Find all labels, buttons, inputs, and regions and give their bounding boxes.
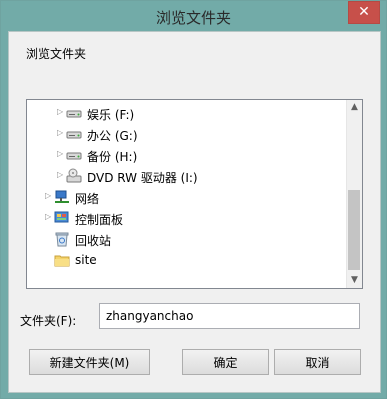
folder-name-input[interactable] — [99, 303, 360, 329]
drive-icon — [66, 147, 82, 163]
ok-button[interactable]: 确定 — [182, 349, 269, 375]
tree-item-drive-h[interactable]: ▷ 备份 (H:) — [27, 145, 347, 165]
dialog-body: 浏览文件夹 ▷ 娱乐 (F:) ▷ 办公 (G:) ▷ 备份 (H:) ▷ DV… — [8, 31, 381, 393]
window-title: 浏览文件夹 — [155, 9, 231, 27]
tree-scrollbar[interactable]: ▲ ▼ — [346, 100, 362, 288]
tree-item-recycle-bin[interactable]: 回收站 — [27, 229, 347, 249]
tree-item-site[interactable]: site — [27, 250, 347, 270]
tree-item-label: DVD RW 驱动器 (I:) — [87, 171, 198, 185]
tree-item-drive-g[interactable]: ▷ 办公 (G:) — [27, 124, 347, 144]
scroll-up-icon[interactable]: ▲ — [347, 100, 362, 115]
tree-item-label: 办公 (G:) — [87, 129, 138, 143]
control-panel-icon — [54, 210, 70, 226]
drive-icon — [66, 105, 82, 121]
title-bar[interactable]: 浏览文件夹 ✕ — [1, 1, 386, 31]
expand-arrow-icon[interactable]: ▷ — [57, 170, 65, 179]
folder-icon — [54, 252, 70, 268]
dvd-drive-icon — [66, 168, 82, 184]
cancel-button[interactable]: 取消 — [274, 349, 361, 375]
expand-arrow-icon[interactable]: ▷ — [57, 149, 65, 158]
tree-item-label: 娱乐 (F:) — [87, 108, 135, 122]
tree-item-label: 控制面板 — [75, 213, 124, 227]
tree-item-label: 备份 (H:) — [87, 150, 138, 164]
drive-icon — [66, 126, 82, 142]
expand-arrow-icon[interactable]: ▷ — [45, 212, 53, 221]
expand-arrow-icon[interactable]: ▷ — [57, 128, 65, 137]
network-icon — [54, 189, 70, 205]
tree-item-label: 网络 — [75, 192, 100, 206]
tree-item-dvd-drive[interactable]: ▷ DVD RW 驱动器 (I:) — [27, 166, 347, 186]
tree-item-drive-f[interactable]: ▷ 娱乐 (F:) — [27, 103, 347, 123]
tree-item-label: site — [75, 253, 97, 267]
expand-arrow-icon[interactable]: ▷ — [45, 191, 53, 200]
tree-item-control-panel[interactable]: ▷ 控制面板 — [27, 208, 347, 228]
folder-field-label: 文件夹(F): — [20, 314, 77, 328]
scroll-down-icon[interactable]: ▼ — [347, 273, 362, 288]
scroll-thumb[interactable] — [348, 190, 360, 270]
expand-arrow-icon[interactable]: ▷ — [57, 107, 65, 116]
new-folder-button[interactable]: 新建文件夹(M) — [29, 349, 150, 375]
close-button[interactable]: ✕ — [348, 1, 380, 24]
browse-folder-dialog: 浏览文件夹 ✕ 浏览文件夹 ▷ 娱乐 (F:) ▷ 办公 (G:) ▷ 备份 (… — [0, 0, 387, 399]
recycle-bin-icon — [54, 231, 70, 247]
dialog-description: 浏览文件夹 — [26, 47, 87, 61]
tree-item-network[interactable]: ▷ 网络 — [27, 187, 347, 207]
folder-tree[interactable]: ▷ 娱乐 (F:) ▷ 办公 (G:) ▷ 备份 (H:) ▷ DVD RW 驱… — [26, 99, 363, 289]
tree-item-label: 回收站 — [75, 234, 112, 248]
